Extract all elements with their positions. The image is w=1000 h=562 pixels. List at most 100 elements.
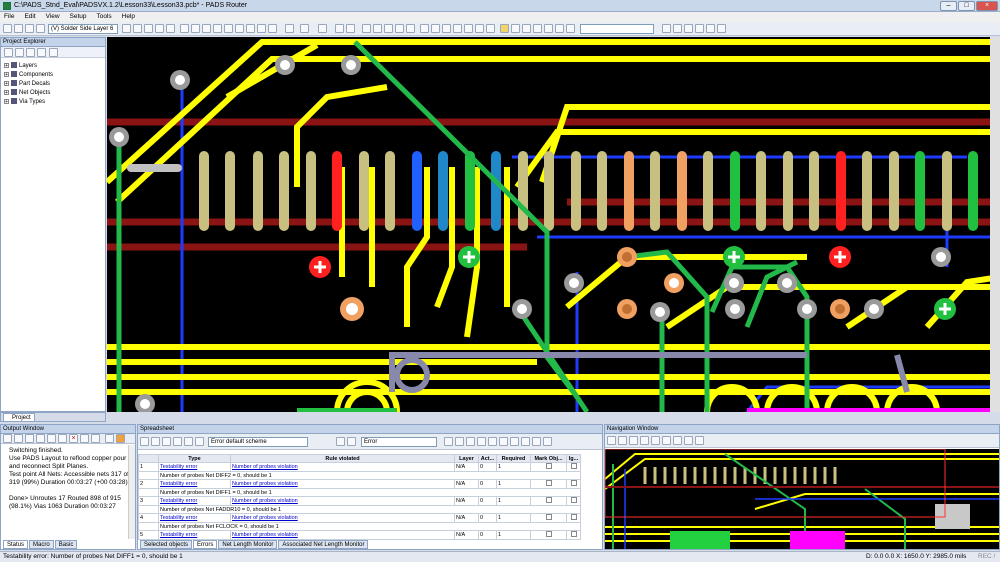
toolbar-icon-28[interactable] bbox=[511, 24, 520, 33]
nav-tool-icon-8[interactable] bbox=[684, 436, 693, 445]
toolbar-icon-14[interactable] bbox=[268, 24, 277, 33]
rule-link[interactable]: Number of probes violation bbox=[232, 481, 298, 487]
explorer-tool-icon-3[interactable] bbox=[26, 48, 35, 57]
scheme-combo[interactable]: Error default scheme bbox=[208, 437, 308, 447]
toolbar-icon-34[interactable] bbox=[662, 24, 671, 33]
output-tool-icon-5[interactable] bbox=[47, 434, 56, 443]
table-row[interactable]: 1 Testability error Number of probes vio… bbox=[138, 462, 581, 472]
table-row[interactable]: 3 Testability error Number of probes vio… bbox=[138, 496, 581, 506]
mark-checkbox[interactable] bbox=[545, 497, 552, 503]
output-tool-icon-1[interactable] bbox=[3, 434, 12, 443]
tab-macro[interactable]: Macro bbox=[29, 540, 54, 549]
toolbar-icon-4[interactable] bbox=[155, 24, 164, 33]
sheet-tool-icon-1[interactable] bbox=[140, 437, 149, 446]
error-type-link[interactable]: Testability error bbox=[160, 515, 197, 521]
toolbar-icon-29[interactable] bbox=[522, 24, 531, 33]
toolbar-icon-32[interactable] bbox=[555, 24, 564, 33]
toolbar-icon-25[interactable] bbox=[464, 24, 473, 33]
new-icon[interactable] bbox=[3, 24, 12, 33]
toolbar-icon-6[interactable] bbox=[180, 24, 189, 33]
ignore-checkbox[interactable] bbox=[570, 463, 577, 469]
toolbar-icon-2[interactable] bbox=[133, 24, 142, 33]
col-ignore[interactable]: Ig... bbox=[566, 454, 581, 463]
mark-checkbox[interactable] bbox=[545, 463, 552, 469]
nav-tool-icon-6[interactable] bbox=[662, 436, 671, 445]
refresh-icon[interactable] bbox=[318, 24, 327, 33]
tree-item-via-types[interactable]: + Via Types bbox=[4, 98, 45, 105]
nav-tool-icon-3[interactable] bbox=[629, 436, 638, 445]
explorer-tool-icon-1[interactable] bbox=[4, 48, 13, 57]
rule-link[interactable]: Number of probes violation bbox=[232, 532, 298, 538]
sheet-tool-icon-3[interactable] bbox=[162, 437, 171, 446]
output-tool-icon-10[interactable] bbox=[116, 434, 125, 443]
toolbar-icon-27[interactable] bbox=[486, 24, 495, 33]
ignore-checkbox[interactable] bbox=[570, 497, 577, 503]
toolbar-icon-36[interactable] bbox=[684, 24, 693, 33]
toolbar-icon-1[interactable] bbox=[122, 24, 131, 33]
maximize-button[interactable]: □ bbox=[958, 1, 975, 11]
explorer-tool-icon-5[interactable] bbox=[49, 48, 58, 57]
toolbar-icon-19[interactable] bbox=[395, 24, 404, 33]
table-row[interactable]: 2 Testability error Number of probes vio… bbox=[138, 479, 581, 489]
sheet-tool-icon-7[interactable] bbox=[444, 437, 453, 446]
toolbar-icon-10[interactable] bbox=[224, 24, 233, 33]
sheet-tool-icon-2[interactable] bbox=[151, 437, 160, 446]
navigation-preview[interactable] bbox=[605, 449, 999, 549]
toolbar-icon-21[interactable] bbox=[420, 24, 429, 33]
toolbar-icon-22[interactable] bbox=[431, 24, 440, 33]
menu-view[interactable]: View bbox=[42, 12, 64, 21]
sheet-tool-icon-10[interactable] bbox=[477, 437, 486, 446]
toolbar-icon-35[interactable] bbox=[673, 24, 682, 33]
toolbar-icon-18[interactable] bbox=[384, 24, 393, 33]
tab-selected-objects[interactable]: Selected objects bbox=[140, 540, 193, 549]
col-actual[interactable]: Act... bbox=[478, 454, 497, 463]
error-type-link[interactable]: Testability error bbox=[160, 498, 197, 504]
rule-link[interactable]: Number of probes violation bbox=[232, 498, 298, 504]
close-button[interactable]: × bbox=[976, 1, 998, 11]
zoom-icon[interactable] bbox=[335, 24, 344, 33]
toolbar-icon-20[interactable] bbox=[406, 24, 415, 33]
pcb-canvas[interactable] bbox=[107, 37, 1000, 412]
error-type-link[interactable]: Testability error bbox=[160, 464, 197, 470]
col-mark[interactable]: Mark Obj... bbox=[530, 454, 567, 463]
toolbar-icon-16[interactable] bbox=[362, 24, 371, 33]
toolbar-icon-38[interactable] bbox=[706, 24, 715, 33]
project-tab[interactable]: Project bbox=[3, 413, 35, 422]
output-tool-icon-8[interactable] bbox=[91, 434, 100, 443]
toolbar-icon-17[interactable] bbox=[373, 24, 382, 33]
mark-checkbox[interactable] bbox=[545, 480, 552, 486]
col-num[interactable] bbox=[138, 454, 159, 463]
nav-tool-icon-9[interactable] bbox=[695, 436, 704, 445]
output-tool-icon-7[interactable] bbox=[80, 434, 89, 443]
col-layer[interactable]: Layer bbox=[454, 454, 479, 463]
toolbar-icon-26[interactable] bbox=[475, 24, 484, 33]
layer-pair-icon[interactable] bbox=[36, 24, 45, 33]
mark-checkbox[interactable] bbox=[545, 531, 552, 537]
sheet-tool-icon-15[interactable] bbox=[532, 437, 541, 446]
output-tool-icon-2[interactable] bbox=[14, 434, 23, 443]
tree-item-net-objects[interactable]: + Net Objects bbox=[4, 89, 50, 96]
vertical-scrollbar[interactable] bbox=[990, 37, 1000, 412]
error-type-link[interactable]: Testability error bbox=[160, 481, 197, 487]
output-tool-icon-3[interactable] bbox=[25, 434, 34, 443]
error-type-link[interactable]: Testability error bbox=[160, 532, 197, 538]
sheet-tool-icon-4[interactable] bbox=[173, 437, 182, 446]
output-tool-icon-4[interactable] bbox=[36, 434, 45, 443]
output-tool-icon-6[interactable] bbox=[58, 434, 67, 443]
toolbar-icon-37[interactable] bbox=[695, 24, 704, 33]
toolbar-icon-24[interactable] bbox=[453, 24, 462, 33]
col-rule[interactable]: Rule violated bbox=[230, 454, 455, 463]
tab-net-length-monitor[interactable]: Net Length Monitor bbox=[218, 540, 278, 549]
menu-help[interactable]: Help bbox=[118, 12, 139, 21]
toolbar-icon-33[interactable] bbox=[566, 24, 575, 33]
tree-item-layers[interactable]: + Layers bbox=[4, 62, 37, 69]
nav-tool-icon-1[interactable] bbox=[607, 436, 616, 445]
tab-basic[interactable]: Basic bbox=[54, 540, 78, 549]
sheet-tool-icon-5[interactable] bbox=[184, 437, 193, 446]
toolbar-icon-5[interactable] bbox=[166, 24, 175, 33]
nav-tool-icon-2[interactable] bbox=[618, 436, 627, 445]
sheet-tool-icon-8[interactable] bbox=[455, 437, 464, 446]
sheet-tool-icon-9[interactable] bbox=[466, 437, 475, 446]
toolbar-icon-11[interactable] bbox=[235, 24, 244, 33]
col-type[interactable]: Type bbox=[158, 454, 231, 463]
